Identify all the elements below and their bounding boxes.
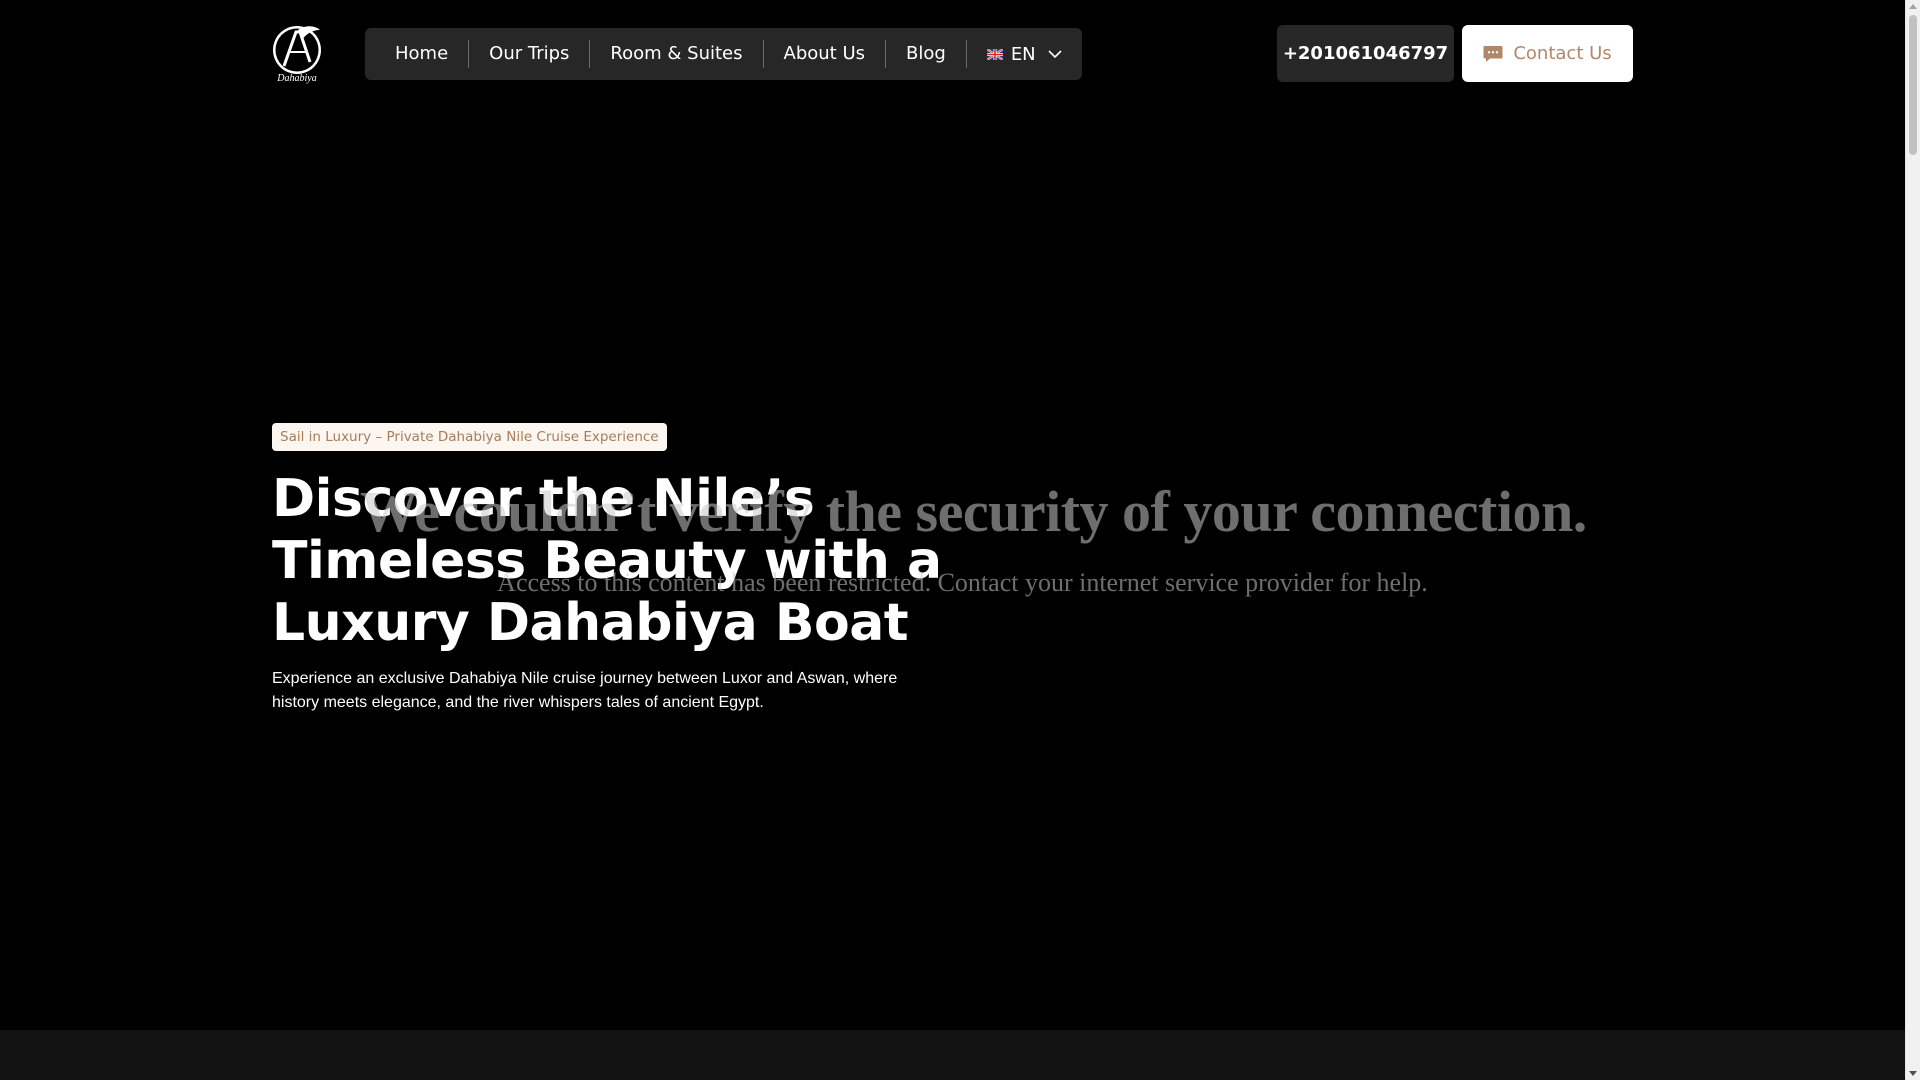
scroll-up-arrow-icon[interactable] xyxy=(1909,4,1917,9)
contact-us-label: Contact Us xyxy=(1513,43,1612,64)
contact-us-button[interactable]: Contact Us xyxy=(1462,25,1633,82)
vertical-scrollbar[interactable] xyxy=(1905,0,1920,1080)
language-label: EN xyxy=(1010,43,1036,65)
language-selector[interactable]: EN xyxy=(967,40,1082,68)
chevron-down-icon xyxy=(1048,49,1062,58)
nav-item-room-suites[interactable]: Room & Suites xyxy=(590,40,764,68)
scrollbar-thumb[interactable] xyxy=(1909,15,1917,155)
nav-item-home[interactable]: Home xyxy=(375,40,470,68)
security-warning-heading: We couldn’t verify the security of your … xyxy=(360,479,1587,544)
hero-description: Experience an exclusive Dahabiya Nile cr… xyxy=(272,670,898,711)
nav-item-blog[interactable]: Blog xyxy=(886,40,967,68)
nav-item-our-trips[interactable]: Our Trips xyxy=(469,40,591,68)
uk-flag-icon xyxy=(986,48,1003,60)
brand-logo[interactable]: Dahabiya xyxy=(272,22,324,84)
chat-bubble-icon xyxy=(1483,45,1503,62)
page: Dahabiya Home Our Trips Room & Suites Ab… xyxy=(0,0,1905,1080)
main-nav: Home Our Trips Room & Suites About Us Bl… xyxy=(365,28,1082,80)
aurora-dahabiya-logo-icon: Dahabiya xyxy=(273,26,321,84)
scroll-down-arrow-icon[interactable] xyxy=(1909,1071,1917,1076)
phone-button[interactable]: +201061046797 xyxy=(1277,25,1454,82)
hero-tagline: Sail in Luxury – Private Dahabiya Nile C… xyxy=(272,423,667,451)
next-section xyxy=(0,1030,1905,1080)
security-warning-message: Access to this content has been restrict… xyxy=(497,568,1428,597)
logo-name: Dahabiya xyxy=(276,73,316,84)
nav-item-about-us[interactable]: About Us xyxy=(764,40,887,68)
